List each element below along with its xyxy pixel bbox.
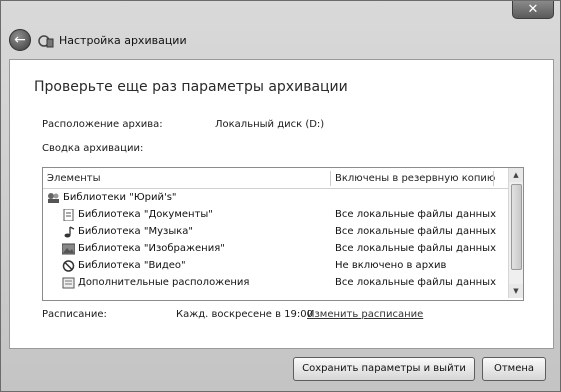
list-header: Элементы Включены в резервную копию <box>43 168 508 189</box>
list-item[interactable]: Библиотека "Изображения" Все локальные ф… <box>43 241 508 258</box>
vertical-scrollbar[interactable]: ▲ ▼ <box>508 168 523 298</box>
location-label: Расположение архива: <box>42 119 163 130</box>
schedule-value: Кажд. воскресене в 19:00 <box>176 309 313 320</box>
schedule-label: Расписание: <box>42 309 107 320</box>
documents-icon <box>63 209 74 221</box>
list-item[interactable]: Библиотеки "Юрий's" <box>43 190 508 207</box>
scroll-thumb[interactable] <box>511 184 522 270</box>
list-item[interactable]: Библиотека "Видео" Не включено в архив <box>43 258 508 275</box>
location-value: Локальный диск (D:) <box>215 119 325 130</box>
column-divider <box>330 171 331 186</box>
folder-icon <box>62 277 75 289</box>
back-arrow-icon: ← <box>14 32 26 48</box>
column-divider <box>493 171 494 186</box>
list-item[interactable]: Библиотека "Документы" Все локальные фай… <box>43 207 508 224</box>
pictures-icon <box>62 243 75 255</box>
back-button[interactable]: ← <box>9 29 31 51</box>
excluded-icon <box>62 260 75 272</box>
list-item[interactable]: Дополнительные расположения Все локальны… <box>43 275 508 292</box>
cancel-button[interactable]: Отмена <box>482 357 546 381</box>
scroll-down-icon[interactable]: ▼ <box>509 284 523 298</box>
backup-summary-list[interactable]: Элементы Включены в резервную копию Библ… <box>42 167 524 301</box>
libraries-icon <box>48 193 59 203</box>
list-item[interactable]: Библиотека "Музыка" Все локальные файлы … <box>43 224 508 241</box>
backup-window: ✕ ← Настройка архивации Проверьте еще ра… <box>0 0 561 392</box>
backup-wizard-icon <box>38 35 54 48</box>
scroll-up-icon[interactable]: ▲ <box>509 168 523 182</box>
column-items[interactable]: Элементы <box>47 173 100 184</box>
summary-label: Сводка архивации: <box>42 143 144 154</box>
column-included[interactable]: Включены в резервную копию <box>335 173 495 184</box>
music-icon <box>64 226 75 238</box>
wizard-title: Настройка архивации <box>59 34 187 47</box>
save-and-exit-button[interactable]: Сохранить параметры и выйти <box>293 357 475 381</box>
page-heading: Проверьте еще раз параметры архивации <box>34 79 348 95</box>
close-icon: ✕ <box>527 2 539 17</box>
close-button[interactable]: ✕ <box>512 1 554 19</box>
change-schedule-link[interactable]: Изменить расписание <box>307 309 423 320</box>
